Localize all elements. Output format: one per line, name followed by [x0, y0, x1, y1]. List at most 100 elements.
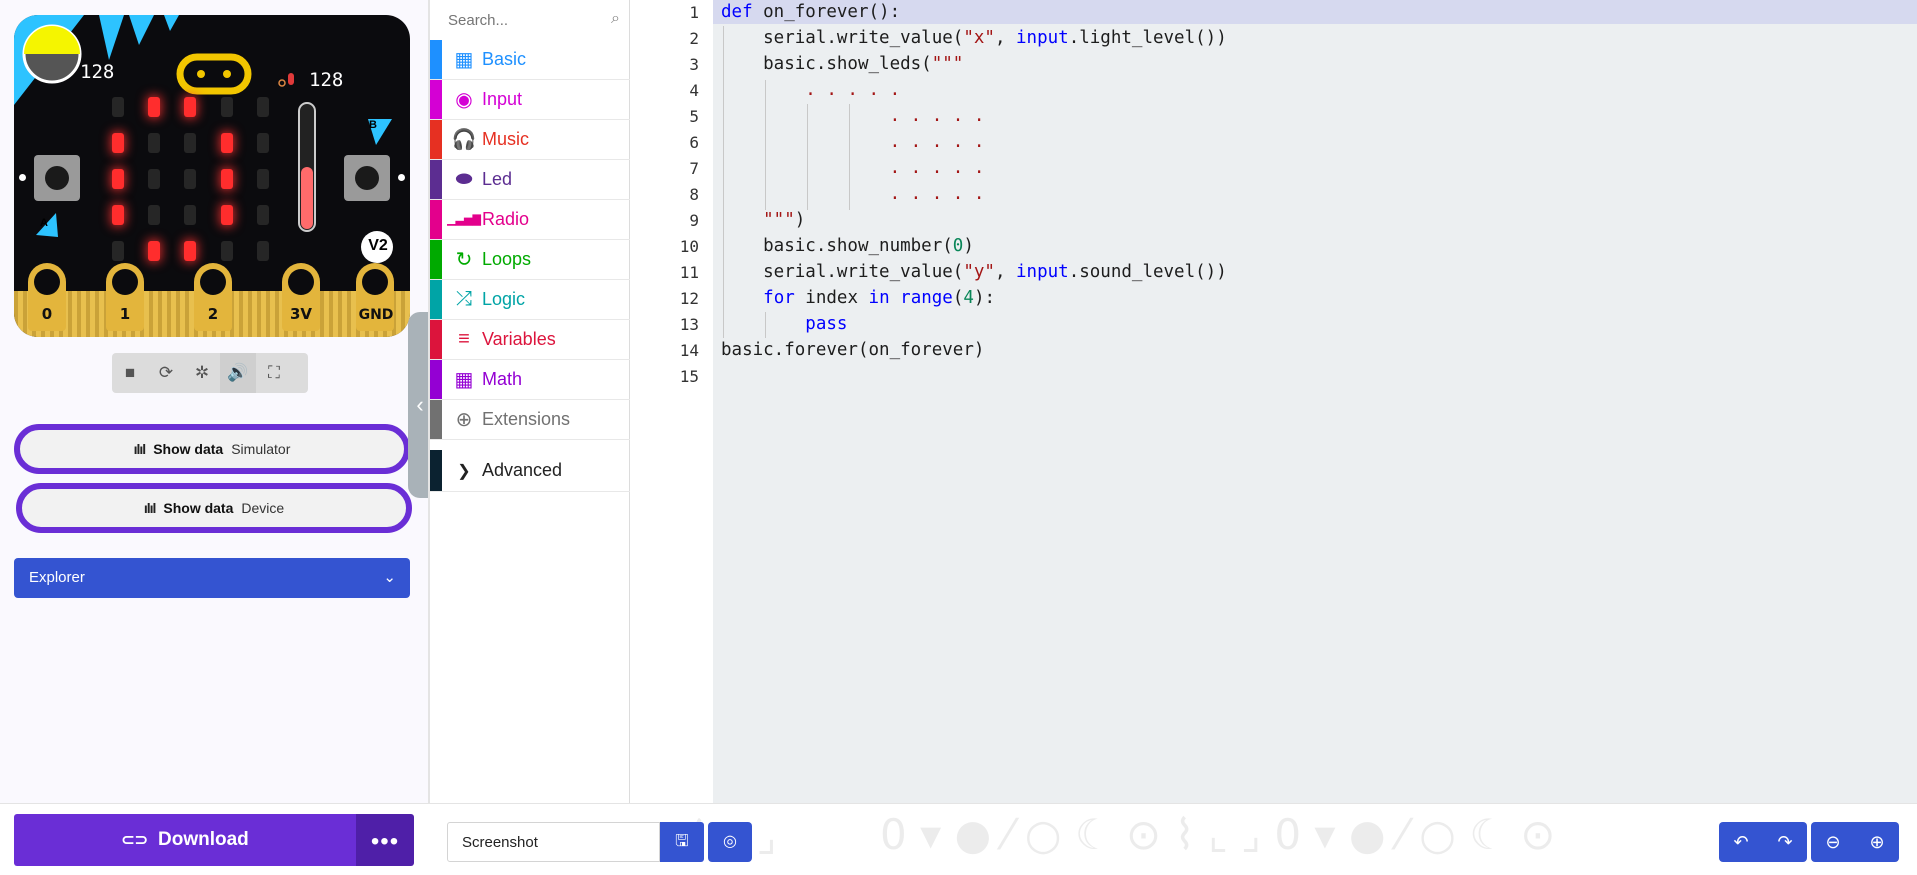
led-r1-c1: [148, 133, 160, 153]
category-math[interactable]: ▦ Math: [430, 360, 630, 400]
led-r3-c2: [184, 205, 196, 225]
category-color-strip: [430, 280, 442, 319]
chart-icon: ılıl: [143, 500, 157, 516]
project-name-input[interactable]: [447, 822, 660, 862]
download-button[interactable]: ⊂⊃ Download: [14, 814, 356, 866]
category-basic[interactable]: ▦ Basic: [430, 40, 630, 80]
github-button[interactable]: ◎: [708, 822, 752, 862]
edge-dot-left: [19, 174, 26, 181]
category-color-strip: [430, 360, 442, 399]
debug-icon[interactable]: ✲: [184, 353, 220, 393]
led-r0-c2: [184, 97, 196, 117]
input-icon: ◉: [455, 89, 473, 111]
mute-icon[interactable]: 🔊: [220, 353, 256, 393]
category-logic[interactable]: ⤮ Logic: [430, 280, 630, 320]
line-number: 8: [689, 185, 699, 204]
button-a[interactable]: [34, 155, 80, 201]
led-r2-c1: [148, 169, 160, 189]
zoom-group: ⊖ ⊕: [1811, 822, 1899, 862]
code-line-10[interactable]: basic.show_number(0): [721, 236, 974, 256]
line-number-gutter: 1 2 3 4 5 6 7 8 9 10 11 12 13 14 15: [631, 0, 713, 803]
led-r4-c2: [184, 241, 196, 261]
led-r1-c0: [112, 133, 124, 153]
line-number: 7: [689, 159, 699, 178]
headphones-icon: 🎧: [451, 129, 477, 151]
line-number: 13: [679, 315, 699, 334]
undo-icon[interactable]: ↶: [1719, 822, 1763, 862]
category-loops[interactable]: ↻ Loops: [430, 240, 630, 280]
led-r0-c3: [221, 97, 233, 117]
indent-guide: [765, 312, 766, 338]
category-extensions[interactable]: ⊕ Extensions: [430, 400, 630, 440]
show-data-device-button[interactable]: ılıl Show data Device: [16, 483, 412, 533]
edge-dot-right: [398, 174, 405, 181]
code-line-11[interactable]: serial.write_value("y", input.sound_leve…: [721, 262, 1227, 282]
search-icon[interactable]: ⌕: [611, 10, 620, 28]
zoom-in-icon[interactable]: ⊕: [1855, 822, 1899, 862]
zoom-out-icon[interactable]: ⊖: [1811, 822, 1855, 862]
button-a-label: A: [40, 217, 48, 229]
category-music[interactable]: 🎧 Music: [430, 120, 630, 160]
toolbox: ⌕ ▦Basic◉Input🎧Music⬬Led▁▃▅▇Radio↻Loops⤮…: [428, 0, 630, 803]
led-r4-c3: [221, 241, 233, 261]
indent-guide: [765, 80, 766, 210]
line-number: 4: [689, 81, 699, 100]
simulator-panel: 128 128 V2 A B 0 1 2 3V GND ■ ⟳ ✲ 🔊 ⛶ ılıl S…: [0, 0, 428, 803]
line-number: 6: [689, 133, 699, 152]
line-number: 14: [679, 341, 699, 360]
explorer-label: Explorer: [29, 569, 85, 586]
restart-icon[interactable]: ⟳: [148, 353, 184, 393]
led-r2-c4: [257, 169, 269, 189]
led-r4-c4: [257, 241, 269, 261]
indent-guide: [807, 104, 808, 210]
background-pattern: 0 ▾ ● ⁄ ○ ☾ ⊙ ⌇ ⌞ ⌟ 0 ▾ ● ⁄ ○ ☾ ⊙: [880, 810, 1556, 859]
category-label: Radio: [482, 209, 530, 229]
category-color-strip: [430, 160, 442, 199]
redo-icon[interactable]: ↷: [1763, 822, 1807, 862]
category-label: Music: [482, 129, 530, 149]
grid-icon: ▦: [454, 49, 474, 71]
button-b[interactable]: [344, 155, 390, 201]
chevron-left-icon: ‹: [416, 392, 424, 417]
code-editor[interactable]: 1 2 3 4 5 6 7 8 9 10 11 12 13 14 15 def on_forever(): …: [631, 0, 1917, 803]
advanced-label: Advanced: [482, 460, 563, 480]
undo-redo-group: ↶ ↷: [1719, 822, 1807, 862]
save-button[interactable]: 🖫: [660, 822, 704, 862]
fullscreen-icon[interactable]: ⛶: [256, 353, 292, 393]
category-led[interactable]: ⬬ Led: [430, 160, 630, 200]
light-level-value: 128: [80, 61, 115, 83]
search-input[interactable]: [430, 0, 630, 40]
advanced-toggle[interactable]: ❯ Advanced: [430, 450, 630, 492]
more-options-button[interactable]: •••: [356, 814, 414, 866]
explorer-dropdown[interactable]: Explorer ⌄: [14, 558, 410, 598]
code-line-9[interactable]: """): [721, 210, 805, 230]
code-line-13[interactable]: pass: [721, 314, 847, 334]
code-line-6[interactable]: . . . . .: [721, 132, 985, 152]
category-label: Logic: [482, 289, 526, 309]
show-data-simulator-button[interactable]: ılıl Show data Simulator: [14, 424, 410, 474]
microbit-board[interactable]: 128 128 V2 A B 0 1 2 3V GND: [14, 15, 410, 337]
code-line-2[interactable]: serial.write_value("x", input.light_leve…: [721, 28, 1227, 48]
category-radio[interactable]: ▁▃▅▇ Radio: [430, 200, 630, 240]
pin-label-gnd: GND: [358, 307, 394, 323]
category-input[interactable]: ◉ Input: [430, 80, 630, 120]
version-badge: V2: [368, 237, 388, 254]
code-line-7[interactable]: . . . . .: [721, 158, 985, 178]
code-line-14[interactable]: basic.forever(on_forever): [721, 340, 984, 360]
category-label: Variables: [482, 329, 556, 349]
category-label: Basic: [482, 49, 527, 69]
code-line-8[interactable]: . . . . .: [721, 184, 985, 204]
category-variables[interactable]: ≡ Variables: [430, 320, 630, 360]
line-number: 1: [689, 3, 699, 22]
code-line-12[interactable]: for index in range(4):: [721, 288, 995, 308]
code-line-1[interactable]: def on_forever():: [721, 2, 900, 22]
chevron-down-icon: ❯: [457, 462, 471, 480]
pin-label-2: 2: [207, 305, 219, 323]
led-r1-c2: [184, 133, 196, 153]
code-line-5[interactable]: . . . . .: [721, 106, 985, 126]
code-line-3[interactable]: basic.show_leds(""": [721, 54, 963, 74]
stop-icon[interactable]: ■: [112, 353, 148, 393]
code-line-4[interactable]: . . . . .: [721, 80, 900, 100]
category-color-strip: [430, 400, 442, 439]
category-label: Loops: [482, 249, 532, 269]
